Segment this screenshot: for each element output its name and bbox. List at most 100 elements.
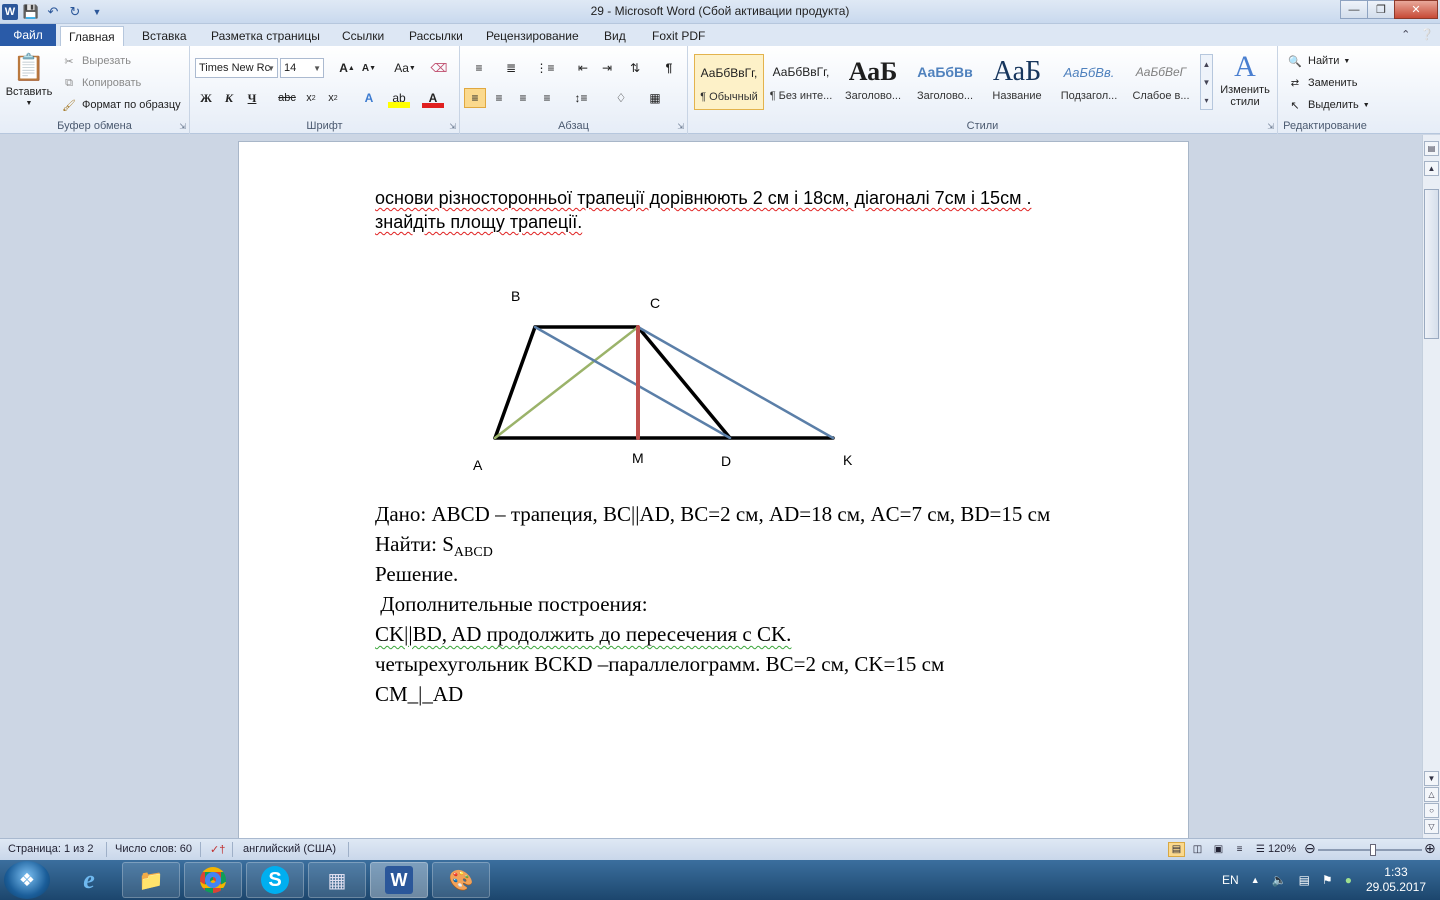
highlight-icon[interactable]: ab (388, 88, 410, 108)
browse-object-icon[interactable]: ○ (1424, 803, 1439, 818)
shrink-font-icon[interactable]: A ▼ (358, 58, 380, 78)
text-effects-icon[interactable]: A (358, 88, 380, 108)
bullets-icon[interactable]: ≡ (468, 58, 490, 78)
taskbar-skype[interactable]: S (246, 862, 304, 898)
change-styles-button[interactable]: A Изменить стили (1218, 50, 1272, 109)
align-center-icon[interactable]: ≡ (488, 88, 510, 108)
zoom-level[interactable]: 120% (1268, 843, 1296, 855)
subscript-icon[interactable]: x2 (300, 88, 322, 108)
superscript-icon[interactable]: x2 (322, 88, 344, 108)
font-size-select[interactable]: 14 ▼ (280, 58, 324, 78)
style-title[interactable]: АаБ Название (982, 54, 1052, 110)
more-styles-icon[interactable]: ▾ (1204, 96, 1208, 105)
tab-page-layout[interactable]: Разметка страницы (203, 26, 328, 46)
shading-icon[interactable]: ♢ (610, 88, 632, 108)
numbering-icon[interactable]: ≣ (500, 58, 522, 78)
dialog-launcher-icon[interactable]: ⇲ (677, 122, 684, 131)
font-name-select[interactable]: Times New Rc ▼ (195, 58, 278, 78)
scroll-up-button[interactable]: ▲ (1424, 161, 1439, 176)
copy-button[interactable]: ⧉ Копировать (60, 74, 141, 92)
bold-icon[interactable]: Ж (195, 88, 217, 108)
volume-icon[interactable]: 🔈 (1272, 873, 1287, 887)
select-button[interactable]: ↖ Выделить ▼ (1286, 96, 1369, 114)
minimize-button[interactable]: — (1340, 0, 1368, 19)
tab-file[interactable]: Файл (0, 24, 56, 46)
justify-icon[interactable]: ≡ (536, 88, 558, 108)
align-left-icon[interactable]: ≡ (464, 88, 486, 108)
start-button[interactable]: ❖ (4, 861, 50, 899)
style-subtle-emphasis[interactable]: АаБбВеГ Слабое в... (1126, 54, 1196, 110)
notification-icon[interactable]: ● (1345, 873, 1352, 887)
close-button[interactable]: ✕ (1394, 0, 1438, 19)
show-formatting-icon[interactable]: ¶ (658, 58, 680, 78)
flag-icon[interactable]: ⚑ (1322, 873, 1333, 887)
taskbar-calculator[interactable]: ▦ (308, 862, 366, 898)
format-painter-button[interactable]: 🖌 Формат по образцу (60, 96, 181, 114)
align-right-icon[interactable]: ≡ (512, 88, 534, 108)
zoom-slider[interactable] (1318, 844, 1422, 856)
language-indicator[interactable]: английский (США) (243, 843, 336, 855)
line-spacing-icon[interactable]: ↕≡ (570, 88, 592, 108)
chevron-up-icon[interactable]: ▲ (1203, 60, 1211, 69)
taskbar-paint[interactable]: 🎨 (432, 862, 490, 898)
italic-icon[interactable]: К (218, 88, 240, 108)
minimize-ribbon-icon[interactable]: ⌃ (1401, 28, 1410, 41)
page-count[interactable]: Страница: 1 из 2 (8, 843, 94, 855)
network-icon[interactable]: ▤ (1299, 873, 1310, 887)
zoom-out-icon[interactable]: ⊖ (1304, 840, 1316, 857)
dialog-launcher-icon[interactable]: ⇲ (1267, 122, 1274, 131)
tab-home[interactable]: Главная (60, 26, 124, 46)
taskbar-chrome[interactable] (184, 862, 242, 898)
multilevel-list-icon[interactable]: ⋮≡ (534, 58, 556, 78)
replace-button[interactable]: ⇄ Заменить (1286, 74, 1358, 92)
borders-icon[interactable]: ▦ (644, 88, 666, 108)
styles-gallery-scroll[interactable]: ▲ ▼ ▾ (1200, 54, 1213, 110)
dialog-launcher-icon[interactable]: ⇲ (179, 122, 186, 131)
taskbar-explorer[interactable]: 📁 (122, 862, 180, 898)
dialog-launcher-icon[interactable]: ⇲ (449, 122, 456, 131)
zoom-in-icon[interactable]: ⊕ (1424, 840, 1436, 857)
tab-references[interactable]: Ссылки (334, 26, 392, 46)
style-heading-2[interactable]: АаБбВв Заголово... (910, 54, 980, 110)
tab-mailings[interactable]: Рассылки (401, 26, 471, 46)
zoom-slider-knob[interactable] (1370, 844, 1376, 856)
strikethrough-icon[interactable]: abc (276, 88, 298, 108)
scroll-down-button[interactable]: ▼ (1424, 771, 1439, 786)
chevron-down-icon[interactable]: ▼ (1203, 78, 1211, 87)
tab-insert[interactable]: Вставка (134, 26, 195, 46)
proofing-icon[interactable]: ✓† (210, 843, 225, 856)
input-language[interactable]: EN (1222, 873, 1239, 887)
style-subtitle[interactable]: АаБбВв. Подзагол... (1054, 54, 1124, 110)
ruler-toggle-icon[interactable]: ▤ (1424, 141, 1439, 156)
trapezoid-diagram[interactable] (239, 142, 1190, 502)
draft-icon[interactable]: ☰ (1252, 842, 1269, 857)
full-screen-reading-icon[interactable]: ◫ (1189, 842, 1206, 857)
grow-font-icon[interactable]: A ▲ (336, 58, 358, 78)
clock[interactable]: 1:33 29.05.2017 (1366, 865, 1426, 895)
print-layout-icon[interactable]: ▤ (1168, 842, 1185, 857)
taskbar-word[interactable]: W (370, 862, 428, 898)
document-page[interactable]: основи різносторонньої трапеції дорівнюю… (238, 141, 1189, 838)
change-case-icon[interactable]: Aa ▼ (390, 58, 420, 78)
word-count[interactable]: Число слов: 60 (115, 843, 192, 855)
underline-icon[interactable]: Ч (241, 88, 263, 108)
cut-button[interactable]: ✂ Вырезать (60, 52, 131, 70)
increase-indent-icon[interactable]: ⇥ (596, 58, 618, 78)
clear-formatting-icon[interactable]: ⌫ (428, 58, 450, 78)
previous-page-icon[interactable]: △ (1424, 787, 1439, 802)
font-color-icon[interactable]: A (422, 88, 444, 108)
sort-icon[interactable]: ⇅ (624, 58, 646, 78)
outline-icon[interactable]: ≡ (1231, 842, 1248, 857)
tab-view[interactable]: Вид (596, 26, 634, 46)
tab-review[interactable]: Рецензирование (478, 26, 587, 46)
scroll-thumb[interactable] (1424, 189, 1439, 339)
next-page-icon[interactable]: ▽ (1424, 819, 1439, 834)
style-heading-1[interactable]: АаБ Заголово... (838, 54, 908, 110)
taskbar-internet-explorer[interactable]: e (60, 862, 118, 898)
style-no-spacing[interactable]: АаБбВвГг, ¶ Без инте... (766, 54, 836, 110)
paste-button[interactable]: 📋 Вставить ▼ (6, 50, 53, 108)
style-normal[interactable]: АаБбВвГг, ¶ Обычный (694, 54, 764, 110)
vertical-scrollbar[interactable]: ▤ ▲ ▼ △ ○ ▽ (1422, 135, 1440, 838)
web-layout-icon[interactable]: ▣ (1210, 842, 1227, 857)
maximize-button[interactable]: ❐ (1367, 0, 1395, 19)
